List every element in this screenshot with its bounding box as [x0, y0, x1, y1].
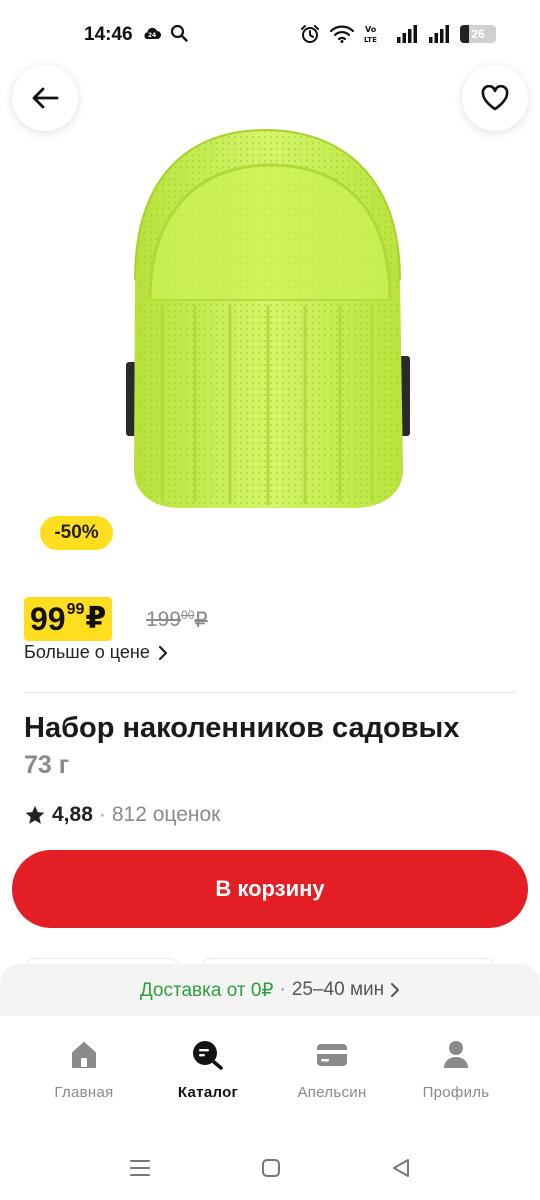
- heart-outline-icon: [481, 85, 509, 111]
- system-navigation: [0, 1136, 540, 1200]
- card-icon: [317, 1044, 347, 1066]
- nav-item-profile[interactable]: Профиль: [394, 1016, 518, 1136]
- svg-text:LTE: LTE: [364, 36, 377, 44]
- status-bar: 14:46 24 Vo LTE 26: [0, 0, 540, 70]
- status-time: 14:46: [84, 24, 133, 45]
- product-title: Набор наколенников садовых: [24, 712, 460, 744]
- nav-item-apelsin[interactable]: Апельсин: [270, 1016, 394, 1136]
- signal-icon: [429, 25, 449, 43]
- current-price: 99 99 ₽: [24, 597, 113, 641]
- status-right-icons: Vo LTE 26: [300, 24, 496, 44]
- nav-label: Апельсин: [297, 1084, 367, 1101]
- old-price-main: 199: [146, 608, 182, 631]
- battery-level: 26: [471, 27, 485, 41]
- wifi-icon: [330, 25, 354, 43]
- chevron-right-icon: [391, 983, 400, 997]
- price-main: 99: [30, 601, 66, 637]
- more-about-price-label: Больше о цене: [24, 642, 150, 662]
- divider: [24, 692, 516, 693]
- delivery-info-bar[interactable]: Доставка от 0₽ · 25–40 мин: [0, 964, 540, 1016]
- volte-icon: Vo LTE: [364, 25, 377, 44]
- more-about-price-link[interactable]: Больше о цене: [24, 642, 168, 663]
- nav-label: Каталог: [177, 1084, 239, 1101]
- rating-count: 812 оценок: [111, 803, 221, 826]
- home-square-icon[interactable]: [261, 1158, 281, 1178]
- nav-item-home[interactable]: Главная: [22, 1016, 146, 1136]
- nav-label: Главная: [54, 1084, 114, 1101]
- old-price-cents: 00: [181, 608, 195, 622]
- star-icon: [25, 805, 45, 824]
- nav-label: Профиль: [422, 1084, 490, 1101]
- delivery-free-text: Доставка от 0₽: [139, 979, 274, 1001]
- bottom-navigation: Главная Каталог Апельсин Профиль: [0, 1016, 540, 1136]
- back-triangle-icon[interactable]: [391, 1158, 411, 1178]
- knee-pad-image: [126, 128, 410, 508]
- old-price-currency: ₽: [194, 609, 208, 632]
- rating-value: 4,88: [52, 803, 93, 826]
- favorite-button[interactable]: [462, 65, 528, 131]
- svg-text:24: 24: [148, 32, 156, 39]
- back-button[interactable]: [12, 65, 78, 131]
- menu-icon[interactable]: [129, 1159, 151, 1177]
- arrow-left-icon: [32, 87, 59, 109]
- battery-icon: 26: [460, 25, 496, 43]
- price-cents: 99: [66, 601, 85, 618]
- add-to-cart-button[interactable]: В корзину: [12, 850, 528, 928]
- status-left-icons: 24: [142, 24, 188, 42]
- product-image: [100, 110, 430, 520]
- rating[interactable]: 4,88 · 812 оценок: [24, 803, 220, 827]
- profile-icon: [444, 1041, 468, 1068]
- delivery-separator: ·: [279, 979, 286, 1000]
- signal-icon: [397, 25, 417, 43]
- alarm-icon: [301, 25, 319, 43]
- svg-text:Vo: Vo: [365, 25, 377, 34]
- home-icon: [72, 1042, 96, 1068]
- delivery-time: 25–40 мин: [291, 979, 385, 1000]
- chevron-right-icon: [158, 645, 167, 660]
- cloud-24-icon: 24: [144, 27, 161, 39]
- old-price: 199 00 ₽: [146, 608, 208, 633]
- product-weight: 73 г: [24, 751, 70, 779]
- search-icon: [170, 24, 188, 42]
- rating-separator: ·: [98, 803, 106, 826]
- catalog-search-icon: [193, 1041, 223, 1070]
- price-currency: ₽: [85, 602, 107, 635]
- discount-badge: -50%: [40, 516, 113, 550]
- nav-item-catalog[interactable]: Каталог: [146, 1016, 270, 1136]
